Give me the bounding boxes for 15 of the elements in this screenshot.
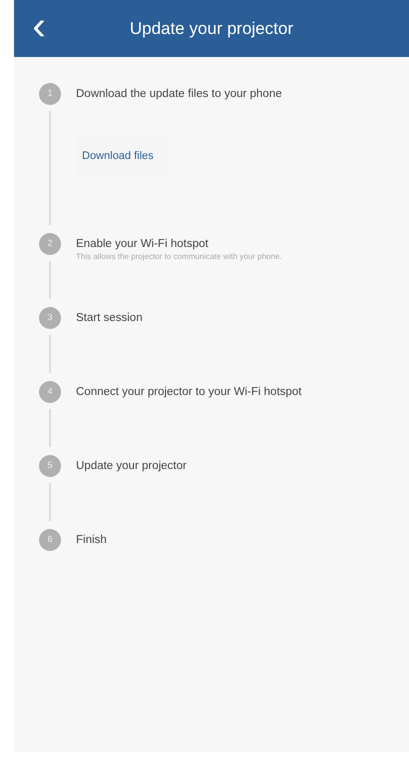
- step-title: Start session: [76, 310, 142, 326]
- step-title: Connect your projector to your Wi-Fi hotspot: [76, 384, 302, 400]
- step-title: Update your projector: [76, 458, 187, 474]
- step-number: 3: [39, 306, 61, 328]
- step-number: 1: [39, 83, 61, 105]
- step-title: Download the update files to your phone: [76, 87, 282, 102]
- step-number: 4: [39, 380, 61, 402]
- step-description: This allows the projector to communicate with your phone.: [76, 250, 282, 262]
- back-button[interactable]: ‹: [14, 6, 54, 52]
- step-number: 6: [39, 528, 61, 550]
- step-title: Finish: [76, 532, 107, 548]
- step-title: Enable your Wi-Fi hotspot: [76, 236, 210, 252]
- step-number: 2: [39, 232, 61, 254]
- step-number: 5: [39, 454, 61, 476]
- screen-title: Update your projector: [128, 18, 294, 40]
